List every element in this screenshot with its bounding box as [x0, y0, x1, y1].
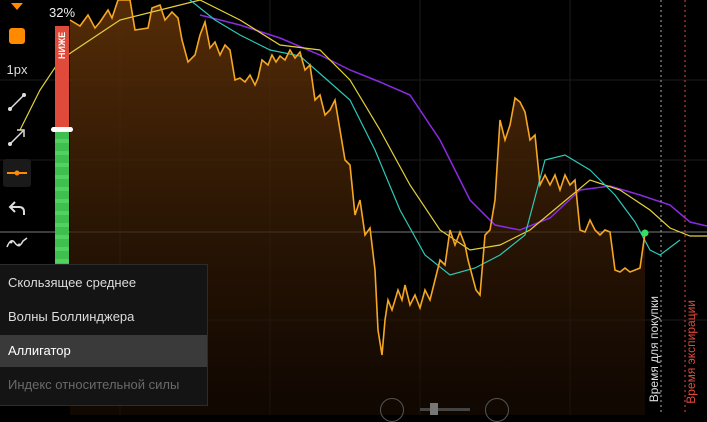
- menu-item-alligator[interactable]: Аллигатор: [0, 335, 207, 367]
- sentiment-percent: 32%: [48, 5, 76, 20]
- menu-item-moving-average[interactable]: Скользящее среднее: [0, 267, 207, 299]
- indicator-button[interactable]: [3, 229, 31, 257]
- expiration-time-label: Время экспирации: [684, 300, 698, 404]
- menu-item-bollinger-bands[interactable]: Волны Боллинджера: [0, 301, 207, 333]
- undo-icon: [8, 201, 25, 215]
- line-width-label[interactable]: 1px: [0, 62, 34, 77]
- dropdown-arrow-icon[interactable]: [3, 0, 31, 14]
- purchase-time-label: Время для покупки: [647, 296, 661, 403]
- sentiment-down-label: НИЖЕ: [57, 31, 67, 59]
- horizontal-line-tool-button[interactable]: [3, 159, 31, 187]
- arrow-line-icon: [8, 129, 25, 146]
- line-icon: [8, 93, 26, 111]
- zoom-in-button[interactable]: [485, 398, 509, 422]
- zoom-slider[interactable]: [420, 403, 470, 415]
- zoom-out-button[interactable]: [380, 398, 404, 422]
- color-swatch: [9, 28, 25, 44]
- sentiment-divider: [51, 127, 73, 132]
- current-price-point: [641, 229, 649, 237]
- drawing-toolbar: 1px: [0, 0, 34, 265]
- zoom-slider-handle[interactable]: [430, 403, 438, 415]
- menu-item-rsi: Индекс относительной силы: [8, 377, 180, 392]
- line-tool-button[interactable]: [3, 88, 31, 116]
- arrow-line-tool-button[interactable]: [3, 123, 31, 151]
- color-swatch-button[interactable]: [3, 22, 31, 50]
- indicator-icon: [6, 237, 28, 248]
- undo-button[interactable]: [3, 194, 31, 222]
- horizontal-line-icon: [7, 170, 27, 176]
- sentiment-up-bar: [55, 131, 69, 265]
- indicator-menu: Скользящее среднее Волны Боллинджера Алл…: [0, 264, 208, 406]
